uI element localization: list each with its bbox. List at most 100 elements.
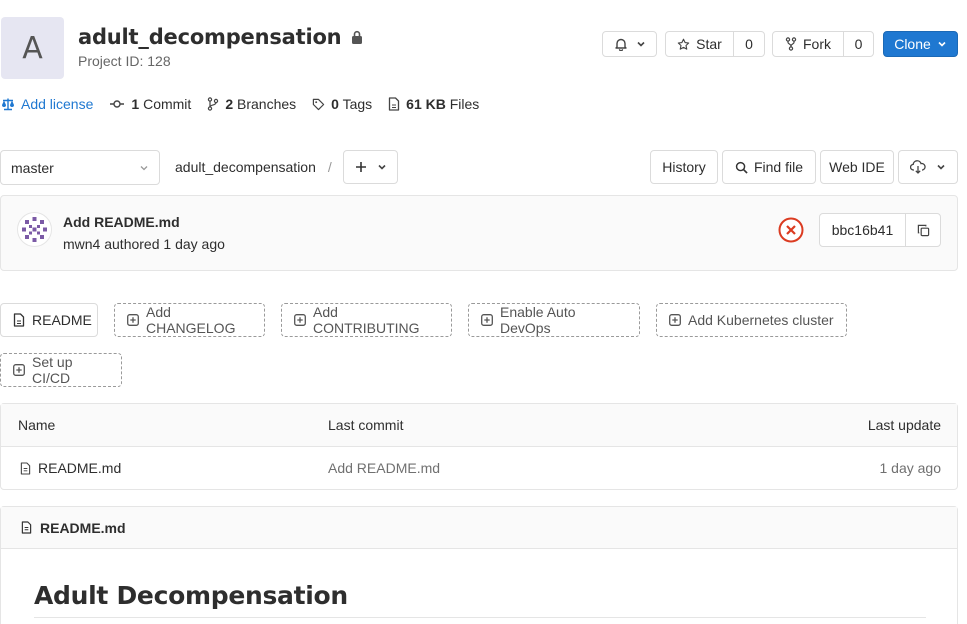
- project-avatar: A: [1, 17, 64, 79]
- add-changelog-label: Add CHANGELOG: [146, 304, 236, 336]
- commits-count: 1: [131, 96, 140, 112]
- add-kubernetes-cluster-label: Add Kubernetes cluster: [688, 312, 834, 328]
- branch-icon: [207, 97, 219, 111]
- enable-auto-devops-button[interactable]: Enable Auto DevOps: [468, 303, 640, 337]
- plus-square-icon: [669, 314, 681, 326]
- plus-square-icon: [127, 314, 139, 326]
- readme-heading: Adult Decompensation: [34, 581, 348, 610]
- project-stats: Add license 1 Commit 2 Branches 0 Tags 6…: [1, 95, 495, 113]
- file-name-cell[interactable]: README.md: [20, 447, 121, 489]
- readme-label: README: [32, 312, 92, 328]
- add-license-label: Add license: [21, 96, 94, 112]
- branches-label: Branches: [237, 96, 297, 112]
- project-name: adult_decompensation: [78, 25, 342, 49]
- chevron-down-icon: [936, 162, 946, 172]
- files-table: Name Last commit Last update README.md A…: [0, 403, 958, 490]
- commit-sha-group: bbc16b41: [819, 213, 941, 247]
- lock-icon: [351, 30, 363, 44]
- plus-square-icon: [13, 364, 25, 376]
- readme-filename[interactable]: README.md: [40, 520, 126, 536]
- file-icon: [20, 461, 31, 475]
- enable-auto-devops-label: Enable Auto DevOps: [500, 304, 576, 336]
- table-row[interactable]: README.md Add README.md 1 day ago: [1, 447, 957, 489]
- setup-cicd-button[interactable]: Set up CI/CD: [0, 353, 122, 387]
- clone-label: Clone: [894, 36, 931, 52]
- branch-select[interactable]: master: [0, 150, 160, 185]
- setup-cicd-label: Set up CI/CD: [32, 354, 73, 386]
- column-header-last-update: Last update: [867, 417, 941, 433]
- star-icon: [677, 38, 690, 51]
- chevron-down-icon: [377, 162, 387, 172]
- copy-sha-button[interactable]: [906, 224, 940, 237]
- readme-header: README.md: [1, 507, 957, 549]
- table-header: Name Last commit Last update: [1, 404, 957, 447]
- web-ide-label: Web IDE: [829, 159, 885, 175]
- tags-label: Tags: [342, 96, 373, 112]
- add-kubernetes-cluster-button[interactable]: Add Kubernetes cluster: [656, 303, 847, 337]
- plus-icon: [355, 161, 367, 173]
- chevron-down-icon: [139, 163, 149, 173]
- copy-icon: [917, 224, 930, 237]
- commits-link[interactable]: 1 Commit: [109, 96, 191, 112]
- star-button[interactable]: Star 0: [665, 31, 765, 57]
- file-last-commit[interactable]: Add README.md: [328, 447, 440, 489]
- pipeline-failed-icon[interactable]: [778, 217, 804, 243]
- fork-label: Fork: [803, 36, 831, 52]
- download-button[interactable]: [898, 150, 958, 184]
- column-header-name: Name: [18, 417, 56, 433]
- chevron-down-icon: [937, 39, 947, 49]
- file-last-update: 1 day ago: [879, 460, 942, 476]
- history-button[interactable]: History: [650, 150, 718, 184]
- clone-button[interactable]: Clone: [883, 31, 958, 57]
- web-ide-button[interactable]: Web IDE: [820, 150, 894, 184]
- add-to-tree-button[interactable]: [343, 150, 398, 184]
- star-label: Star: [696, 36, 722, 52]
- plus-square-icon: [294, 314, 306, 326]
- bell-icon: [614, 37, 628, 51]
- file-icon: [388, 97, 400, 111]
- file-name[interactable]: README.md: [38, 460, 121, 476]
- plus-square-icon: [481, 314, 493, 326]
- file-icon: [21, 521, 32, 534]
- cloud-download-icon: [910, 160, 926, 174]
- fork-icon: [785, 37, 797, 51]
- files-link[interactable]: 61 KB Files: [388, 96, 479, 112]
- commit-sha[interactable]: bbc16b41: [820, 214, 906, 246]
- find-file-label: Find file: [753, 159, 804, 175]
- tag-icon: [312, 98, 325, 111]
- commit-icon: [109, 98, 125, 110]
- branch-name: master: [11, 159, 54, 176]
- project-id: Project ID: 128: [78, 53, 171, 69]
- breadcrumb: adult_decompensation /: [175, 159, 332, 175]
- commit-title[interactable]: Add README.md: [63, 214, 180, 230]
- last-commit-panel: [0, 195, 958, 271]
- tags-link[interactable]: 0 Tags: [312, 96, 372, 112]
- search-icon: [735, 161, 748, 174]
- file-icon: [13, 313, 25, 327]
- find-file-button[interactable]: Find file: [722, 150, 816, 184]
- history-label: History: [662, 159, 706, 175]
- files-size: 61 KB: [406, 96, 446, 112]
- column-header-last-commit: Last commit: [328, 417, 404, 433]
- branches-count: 2: [225, 96, 234, 112]
- breadcrumb-project-link[interactable]: adult_decompensation: [175, 159, 316, 175]
- author-avatar[interactable]: [17, 212, 52, 247]
- breadcrumb-separator: /: [327, 159, 332, 175]
- notification-button[interactable]: [602, 31, 657, 57]
- add-license-link[interactable]: Add license: [1, 96, 93, 112]
- project-title: adult_decompensation: [78, 25, 363, 49]
- add-contributing-label: Add CONTRIBUTING: [313, 304, 420, 336]
- commit-meta: mwn4 authored 1 day ago: [63, 236, 225, 252]
- readme-panel: README.md Adult Decompensation: [0, 506, 958, 624]
- fork-button[interactable]: Fork 0: [772, 31, 874, 57]
- chevron-down-icon: [636, 39, 646, 49]
- star-count[interactable]: 0: [733, 32, 764, 56]
- add-changelog-button[interactable]: Add CHANGELOG: [114, 303, 265, 337]
- commits-label: Commit: [143, 96, 192, 112]
- add-contributing-button[interactable]: Add CONTRIBUTING: [281, 303, 452, 337]
- readme-divider: [34, 617, 926, 618]
- fork-count[interactable]: 0: [843, 32, 873, 56]
- tags-count: 0: [331, 96, 339, 112]
- branches-link[interactable]: 2 Branches: [207, 96, 296, 112]
- readme-button[interactable]: README: [0, 303, 98, 337]
